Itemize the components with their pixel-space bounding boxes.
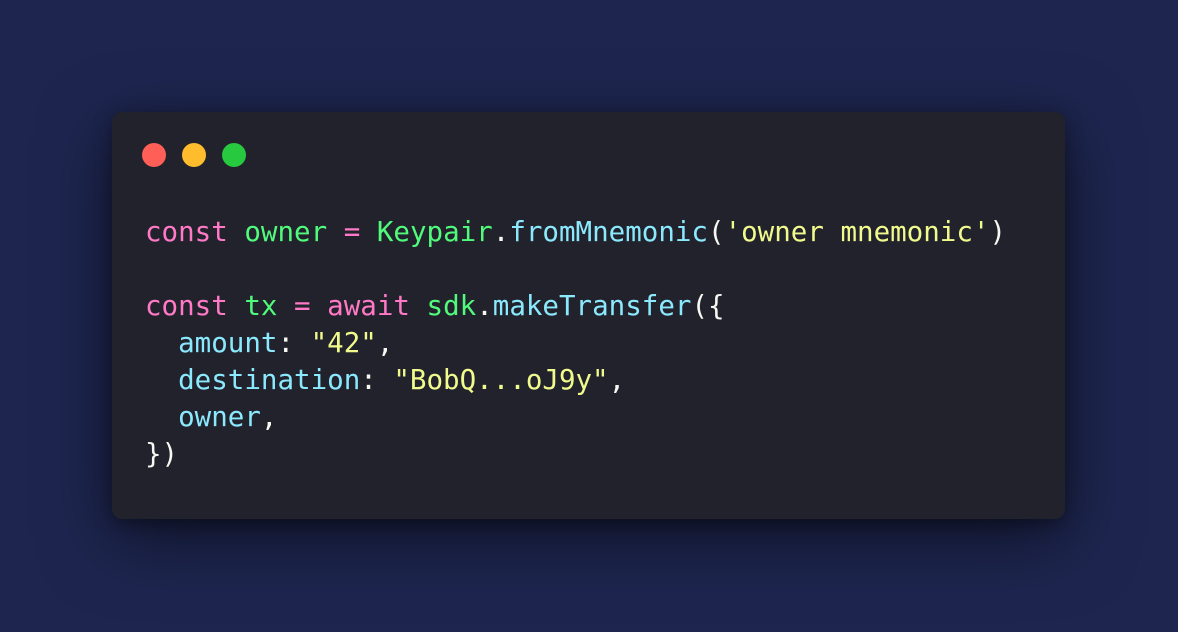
- code-block: const owner = Keypair.fromMnemonic('owne…: [145, 214, 1006, 473]
- function-token: makeTransfer: [492, 290, 692, 322]
- operator-token: =: [294, 290, 311, 322]
- punctuation-token: .: [476, 290, 493, 322]
- punctuation-token: :: [277, 327, 295, 359]
- class-token: Keypair: [376, 216, 493, 248]
- code-line-4: destination: "BobQ...oJ9y",: [145, 362, 1006, 399]
- punctuation-token: :: [360, 364, 377, 396]
- window-controls: [142, 143, 246, 167]
- operator-token: =: [343, 216, 361, 248]
- minimize-icon[interactable]: [182, 143, 206, 167]
- punctuation-token: ({: [691, 290, 725, 322]
- punctuation-token: .: [492, 216, 510, 248]
- string-token: "42": [310, 327, 377, 359]
- variable-token: tx: [244, 290, 278, 322]
- punctuation-token: ,: [608, 364, 626, 396]
- keyword-token: await: [327, 290, 410, 322]
- string-token: 'owner mnemonic': [724, 216, 990, 248]
- code-line-3: amount: "42",: [145, 325, 1006, 362]
- variable-token: owner: [244, 216, 328, 248]
- string-token: "BobQ...oJ9y": [393, 364, 609, 396]
- keyword-token: const: [145, 290, 228, 322]
- function-token: fromMnemonic: [509, 216, 708, 248]
- property-token: owner: [178, 401, 261, 433]
- object-token: sdk: [426, 290, 477, 322]
- punctuation-token: ,: [260, 401, 278, 433]
- close-icon[interactable]: [142, 143, 166, 167]
- code-window: const owner = Keypair.fromMnemonic('owne…: [112, 112, 1065, 519]
- keyword-token: const: [145, 216, 228, 248]
- code-line-1: const owner = Keypair.fromMnemonic('owne…: [145, 214, 1006, 251]
- punctuation-token: ,: [376, 327, 394, 359]
- punctuation-token: ): [989, 216, 1007, 248]
- punctuation-token: (: [708, 216, 725, 248]
- code-line-6: }): [145, 436, 1006, 473]
- code-line-2: const tx = await sdk.makeTransfer({: [145, 288, 1006, 325]
- maximize-icon[interactable]: [222, 143, 246, 167]
- punctuation-token: }): [145, 438, 179, 470]
- property-token: amount: [178, 327, 278, 359]
- code-line-5: owner,: [145, 399, 1006, 436]
- property-token: destination: [178, 364, 361, 396]
